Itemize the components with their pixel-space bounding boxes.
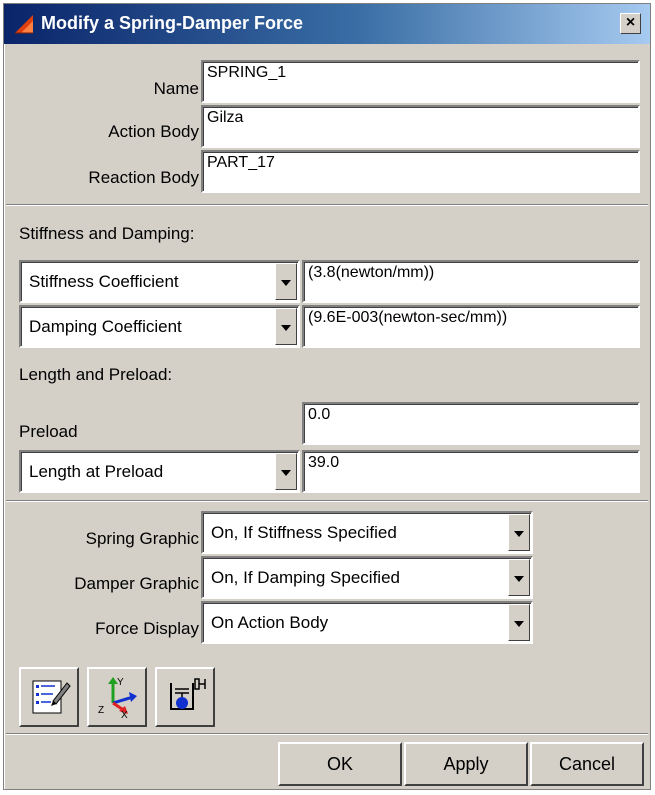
svg-text:X: X bbox=[121, 710, 128, 719]
preload-label: Preload bbox=[19, 422, 78, 441]
title-bar[interactable]: Modify a Spring-Damper Force × bbox=[4, 4, 650, 44]
action-body-label: Action Body bbox=[108, 122, 199, 141]
chevron-down-icon[interactable] bbox=[275, 308, 297, 345]
stiffness-damping-label: Stiffness and Damping: bbox=[19, 224, 195, 243]
stiffness-select-value: Stiffness Coefficient bbox=[29, 271, 179, 291]
stiffness-select[interactable]: Stiffness Coefficient bbox=[19, 260, 300, 303]
spring-graphic-label: Spring Graphic bbox=[85, 529, 199, 548]
damping-value-field[interactable]: (9.6E-003(newton-sec/mm)) bbox=[302, 305, 640, 348]
svg-text:Z: Z bbox=[98, 705, 104, 716]
chevron-down-icon[interactable] bbox=[508, 514, 530, 551]
name-field[interactable]: SPRING_1 bbox=[201, 60, 640, 103]
force-display-label: Force Display bbox=[95, 619, 199, 638]
edit-properties-button[interactable] bbox=[19, 667, 79, 727]
length-select-value: Length at Preload bbox=[29, 461, 164, 481]
damper-graphic-value: On, If Damping Specified bbox=[211, 567, 400, 587]
reaction-body-field[interactable]: PART_17 bbox=[201, 150, 640, 193]
apply-button[interactable]: Apply bbox=[404, 742, 528, 786]
edit-properties-icon bbox=[32, 680, 71, 714]
length-select[interactable]: Length at Preload bbox=[19, 450, 300, 493]
separator bbox=[6, 733, 648, 735]
damper-graphic-select[interactable]: On, If Damping Specified bbox=[201, 556, 533, 599]
app-icon bbox=[15, 15, 33, 34]
separator bbox=[6, 500, 648, 502]
spring-damper-icon bbox=[170, 678, 206, 710]
axes-xyz-icon: Y Z X bbox=[98, 677, 137, 719]
axes-button[interactable]: Y Z X bbox=[87, 667, 147, 727]
preload-field[interactable]: 0.0 bbox=[302, 402, 640, 445]
damping-select-value: Damping Coefficient bbox=[29, 316, 182, 336]
force-display-value: On Action Body bbox=[211, 612, 329, 632]
svg-text:Y: Y bbox=[117, 677, 124, 688]
close-button[interactable]: × bbox=[620, 13, 641, 34]
chevron-down-icon[interactable] bbox=[508, 559, 530, 596]
chevron-down-icon[interactable] bbox=[508, 604, 530, 641]
length-value-field[interactable]: 39.0 bbox=[302, 450, 640, 493]
action-body-field[interactable]: Gilza bbox=[201, 105, 640, 148]
spring-graphic-select[interactable]: On, If Stiffness Specified bbox=[201, 511, 533, 554]
chevron-down-icon[interactable] bbox=[275, 263, 297, 300]
stiffness-value-field[interactable]: (3.8(newton/mm)) bbox=[302, 260, 640, 303]
ok-button[interactable]: OK bbox=[278, 742, 402, 786]
spring-damper-button[interactable] bbox=[155, 667, 215, 727]
name-label: Name bbox=[153, 79, 199, 98]
reaction-body-label: Reaction Body bbox=[88, 168, 199, 187]
chevron-down-icon[interactable] bbox=[275, 453, 297, 490]
separator bbox=[6, 204, 648, 206]
damper-graphic-label: Damper Graphic bbox=[74, 574, 199, 593]
spring-damper-dialog: Modify a Spring-Damper Force × Name SPRI… bbox=[3, 3, 651, 790]
spring-graphic-value: On, If Stiffness Specified bbox=[211, 522, 397, 542]
damping-select[interactable]: Damping Coefficient bbox=[19, 305, 300, 348]
window-title: Modify a Spring-Damper Force bbox=[41, 13, 304, 33]
cancel-button[interactable]: Cancel bbox=[530, 742, 644, 786]
force-display-select[interactable]: On Action Body bbox=[201, 601, 533, 644]
length-preload-label: Length and Preload: bbox=[19, 365, 173, 384]
